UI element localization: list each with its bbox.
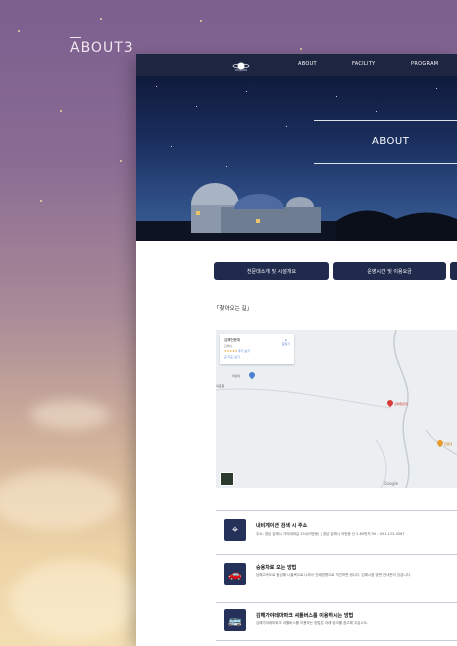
map-label-left-2: 의료원 [216,384,225,388]
star [60,110,62,112]
divider [216,640,457,641]
nav-about[interactable]: ABOUT [298,61,317,67]
nav-program[interactable]: PROGRAM [411,61,438,67]
map-card-reviews-link[interactable]: 후기 보기 [238,349,250,353]
info-row: 🚌 김해가야테마파크 셔틀버스를 이용하시는 방법 김해가야테마파크 셔틀버스를… [216,602,457,639]
cloud [30,400,110,430]
map-card-rating: ★★★★★ [224,349,238,353]
bus-icon: 🚌 [224,609,246,631]
info-title: 내비게이션 검색 시 주소 [256,523,308,529]
map-card-larger-map-link[interactable]: 큰 지도 보기 [224,355,240,359]
car-icon: 🚗 [224,563,246,585]
info-row: ⌖ 내비게이션 검색 시 주소 주소: 경남 김해시 가야테마길 254(어방동… [216,510,457,549]
section-title: 찾아오는 길 [214,304,252,312]
map-place-label: 김해천문대 [394,402,408,406]
hero-line-top [314,120,457,121]
tab-facility-intro[interactable]: 천문대소개 및 시설개요 [214,262,329,280]
map-embed[interactable]: 김해천문대 김해시 ★★★★★ 후기 보기 큰 지도 보기 ➤ 길찾기 어린이 … [216,330,457,488]
hero-banner: ABOUT [136,76,457,241]
map-card-address: 김해시 [224,344,233,348]
tab-more[interactable] [450,262,457,280]
map-label-left: 어린이 [232,374,241,378]
star [300,48,302,50]
top-nav: OMJANG ABOUT FACILITY PROGRAM [136,54,457,76]
star [100,18,102,20]
info-title: 김해가야테마파크 셔틀버스를 이용하시는 방법 [256,613,354,619]
map-info-card: 김해천문대 김해시 ★★★★★ 후기 보기 큰 지도 보기 ➤ 길찾기 [220,334,294,364]
observatory-illustration [136,183,457,241]
map-satellite-toggle[interactable] [220,472,234,486]
nav-facility[interactable]: FACILITY [352,61,375,67]
star [18,30,20,32]
page-label: ABOUT3 [70,37,134,56]
site-preview: OMJANG ABOUT FACILITY PROGRAM ABOUT 천문대소… [136,54,457,646]
google-logo: Google [384,481,399,486]
info-desc: 김해가야테마파크 셔틀버스를 이용하는 방법은 아래 링크를 참고해 주십시오. [256,621,368,625]
map-place-label-2: 천문대 [444,442,453,446]
cloud [10,560,140,640]
logo-text: OMJANG [234,68,248,72]
info-row: 🚗 승용차로 오는 방법 남해고속도로 동김해 나들목으로 나와서 진례방향으로… [216,554,457,597]
info-desc: 주소: 경남 김해시 가야테마길 254(어방동) | 경남 김해시 어방동 산… [256,532,405,536]
info-desc: 남해고속도로 동김해 나들목으로 나와서 진례방향으로 직진하면 됩니다. 김해… [256,573,412,577]
map-card-title: 김해천문대 [224,338,241,342]
star [200,20,202,22]
info-title: 승용차로 오는 방법 [256,565,297,571]
logo[interactable]: OMJANG [228,57,254,74]
hero-title: ABOUT [372,136,410,147]
star [120,160,122,162]
location-pin-icon: ⌖ [224,519,246,541]
hero-line-bottom [314,163,457,164]
star [40,200,42,202]
map-card-directions[interactable]: ➤ 길찾기 [282,338,290,346]
tab-hours-fees[interactable]: 운영시간 및 이용요금 [333,262,446,280]
